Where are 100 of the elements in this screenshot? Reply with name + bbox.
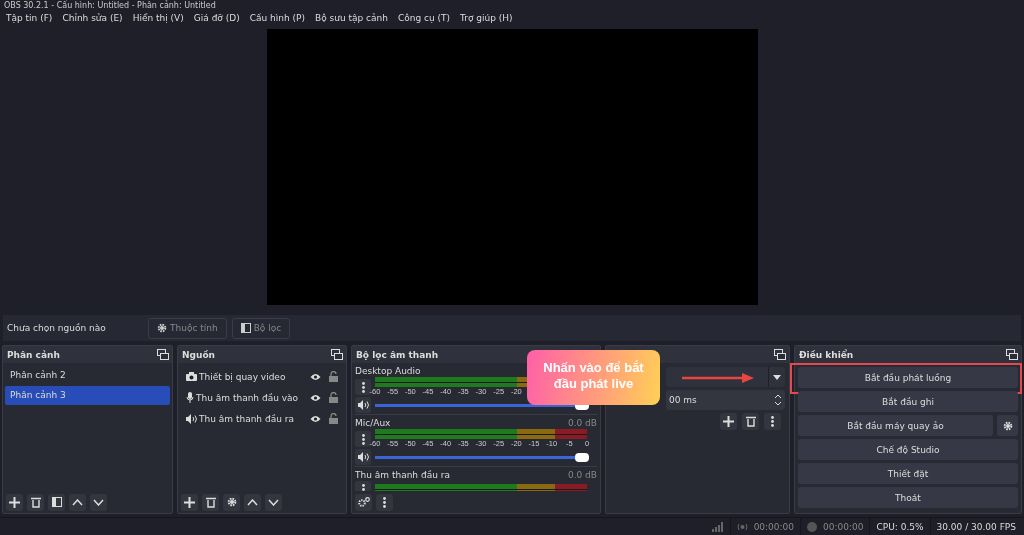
arrow bbox=[682, 373, 754, 383]
menu-item[interactable]: Tập tin (F) bbox=[6, 12, 53, 23]
more-button[interactable] bbox=[376, 493, 393, 511]
gears-icon bbox=[357, 497, 370, 507]
gear-icon bbox=[226, 497, 237, 507]
plus-icon bbox=[723, 416, 734, 427]
fps-display: 30.00 / 30.00 FPS bbox=[936, 521, 1016, 532]
channel-name: Mic/Aux bbox=[355, 417, 391, 428]
window-title: OBS 30.2.1 - Cấu hình: Untitled - Phân cảnh: Untitled bbox=[3, 0, 217, 11]
scene-item[interactable]: Phân cảnh 3 bbox=[5, 386, 170, 405]
lock-icon[interactable] bbox=[329, 371, 338, 382]
properties-button[interactable]: Thuộc tính bbox=[148, 317, 227, 339]
duration-field[interactable]: 00 ms bbox=[666, 390, 785, 410]
menu-item[interactable]: Trợ giúp (H) bbox=[460, 12, 513, 23]
source-status: Chưa chọn nguồn nào bbox=[7, 323, 107, 333]
signal-icon bbox=[711, 521, 724, 532]
channel-name: Desktop Audio bbox=[355, 365, 421, 376]
delete-button[interactable] bbox=[27, 493, 44, 511]
kebab-icon bbox=[361, 483, 365, 491]
transition-dropdown[interactable] bbox=[666, 367, 785, 387]
chevron-up-icon bbox=[247, 498, 258, 506]
menu-item[interactable]: Cấu hình (P) bbox=[249, 12, 305, 23]
eye-icon[interactable] bbox=[310, 414, 321, 423]
volume-reading: 0.0 dB bbox=[567, 417, 597, 428]
more-button[interactable] bbox=[355, 379, 371, 395]
cpu-usage: CPU: 0.5% bbox=[876, 521, 924, 532]
eye-icon[interactable] bbox=[310, 372, 321, 381]
trash-icon bbox=[30, 496, 41, 508]
channel-name: Thu âm thanh đầu ra bbox=[355, 469, 450, 480]
menu-item[interactable]: Hiển thị (V) bbox=[132, 12, 184, 23]
chevron-up-icon bbox=[72, 498, 83, 506]
settings-button[interactable] bbox=[223, 493, 240, 511]
stream-time: 00:00:00 bbox=[753, 521, 795, 532]
filter-icon bbox=[240, 323, 251, 333]
settings-button[interactable] bbox=[997, 415, 1018, 436]
microphone-icon bbox=[186, 392, 194, 403]
settings-button[interactable] bbox=[355, 493, 372, 511]
undock-icon[interactable] bbox=[774, 349, 786, 360]
move-down-button[interactable] bbox=[265, 493, 282, 511]
filter-button[interactable] bbox=[48, 493, 65, 511]
plus-icon bbox=[9, 496, 20, 508]
record-time: 00:00:00 bbox=[823, 521, 864, 532]
kebab-icon bbox=[383, 496, 386, 508]
control-button[interactable]: Bắt đầu ghi bbox=[798, 391, 1018, 412]
gear-icon bbox=[157, 323, 167, 333]
trash-icon bbox=[205, 496, 216, 508]
more-button[interactable] bbox=[764, 413, 781, 430]
panel-title: Điều khiển bbox=[799, 349, 854, 360]
chevron-down-icon bbox=[268, 498, 279, 506]
lock-icon[interactable] bbox=[329, 413, 338, 424]
source-item[interactable]: Thu âm thanh đầu vào bbox=[196, 392, 308, 403]
filter-icon bbox=[51, 497, 62, 507]
dropdown-caret-icon bbox=[773, 374, 781, 380]
move-up-button[interactable] bbox=[69, 493, 86, 511]
eye-icon[interactable] bbox=[310, 393, 321, 402]
filters-button[interactable]: Bộ lọc bbox=[231, 317, 291, 339]
kebab-icon bbox=[771, 416, 774, 427]
speaker-icon bbox=[357, 452, 369, 462]
kebab-icon bbox=[361, 381, 365, 393]
lock-icon[interactable] bbox=[329, 392, 338, 403]
panel-title: Phân cảnh bbox=[7, 349, 60, 360]
more-button[interactable] bbox=[355, 431, 371, 447]
menu-item[interactable]: Công cụ (T) bbox=[398, 12, 451, 23]
stepper-icon bbox=[774, 393, 782, 407]
trash-icon bbox=[745, 416, 756, 427]
gear-icon bbox=[1002, 420, 1013, 431]
undock-icon[interactable] bbox=[331, 349, 343, 360]
control-button[interactable]: Bắt đầu phát luồng bbox=[798, 367, 1018, 388]
delete-button[interactable] bbox=[202, 493, 219, 511]
undock-icon[interactable] bbox=[157, 349, 169, 360]
add-button[interactable] bbox=[181, 493, 198, 511]
undock-icon[interactable] bbox=[1006, 349, 1018, 360]
panel-title: Bộ lọc âm thanh bbox=[356, 349, 439, 360]
add-button[interactable] bbox=[720, 413, 737, 430]
callout-bubble: Nhấn vào để bắt đầu phát live bbox=[527, 350, 660, 405]
control-button[interactable]: Bắt đầu máy quay ảo bbox=[798, 415, 993, 436]
control-button[interactable]: Thoát bbox=[798, 487, 1018, 508]
volume-slider[interactable] bbox=[375, 455, 589, 459]
menu-item[interactable]: Chỉnh sửa (E) bbox=[62, 12, 123, 23]
add-button[interactable] bbox=[6, 493, 23, 511]
chevron-down-icon bbox=[93, 498, 104, 506]
plus-icon bbox=[184, 496, 195, 508]
camera-icon bbox=[186, 372, 197, 381]
move-up-button[interactable] bbox=[244, 493, 261, 511]
record-icon bbox=[807, 521, 818, 532]
kebab-icon bbox=[361, 433, 365, 445]
speaker-icon bbox=[186, 413, 197, 424]
menu-item[interactable]: Giá đỡ (D) bbox=[193, 12, 240, 23]
volume-reading: 0.0 dB bbox=[567, 469, 597, 480]
menu-item[interactable]: Bộ sưu tập cảnh bbox=[315, 12, 388, 23]
delete-button[interactable] bbox=[742, 413, 759, 430]
control-button[interactable]: Chế độ Studio bbox=[798, 439, 1018, 460]
mute-button[interactable] bbox=[355, 449, 371, 465]
move-down-button[interactable] bbox=[90, 493, 107, 511]
scene-item[interactable]: Phân cảnh 2 bbox=[5, 366, 170, 385]
source-item[interactable]: Thiết bị quay video bbox=[199, 371, 308, 382]
source-item[interactable]: Thu âm thanh đầu ra bbox=[199, 413, 308, 424]
stream-icon bbox=[736, 522, 748, 531]
mute-button[interactable] bbox=[355, 397, 371, 413]
control-button[interactable]: Thiết đặt bbox=[798, 463, 1018, 484]
